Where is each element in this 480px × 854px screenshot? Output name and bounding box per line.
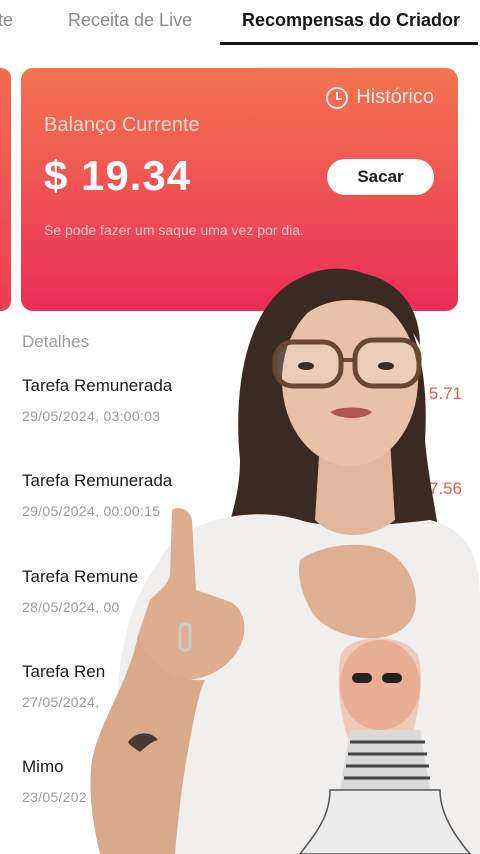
tab-partial[interactable]: nte	[0, 10, 13, 31]
transaction-date: 29/05/2024, 00:00:15	[22, 503, 161, 519]
transaction-title: Tarefa Remune	[22, 567, 139, 586]
transaction-row[interactable]: Tarefa Remunerada 29/05/2024, 03:00:03 5…	[22, 376, 462, 446]
transaction-row[interactable]: Tarefa Remunerada 29/05/2024, 00:00:15 +…	[22, 471, 462, 541]
tab-bar: nte Receita de Live Recompensas do Criad…	[0, 0, 480, 46]
transaction-row[interactable]: Tarefa Remune 28/05/2024, 00	[22, 567, 462, 637]
transaction-amount: 5.71	[428, 384, 462, 403]
details-header: Detalhes	[22, 332, 90, 351]
transaction-amount: +$7.56	[409, 479, 462, 498]
withdraw-note: Se pode fazer um saque uma vez por dia.	[44, 222, 304, 238]
history-link[interactable]: Histórico	[326, 86, 434, 109]
transaction-row[interactable]: Tarefa Ren 27/05/2024,	[22, 662, 462, 732]
tab-creator-rewards[interactable]: Recompensas do Criador	[242, 10, 460, 31]
clock-icon	[326, 86, 349, 109]
withdraw-button[interactable]: Sacar	[327, 159, 434, 195]
transaction-date: 23/05/202	[22, 789, 87, 805]
balance-amount: $ 19.34	[44, 152, 192, 199]
tab-live-revenue[interactable]: Receita de Live	[68, 10, 192, 31]
history-label: Histórico	[356, 86, 434, 108]
active-tab-indicator	[220, 42, 478, 45]
transaction-title: Tarefa Remunerada	[22, 376, 173, 395]
transaction-date: 29/05/2024, 03:00:03	[22, 408, 161, 424]
transaction-title: Tarefa Remunerada	[22, 471, 173, 490]
transaction-date: 27/05/2024,	[22, 694, 100, 710]
tattoo-icon	[128, 733, 158, 752]
transaction-title: Mimo	[22, 757, 64, 776]
previous-card-peek[interactable]	[0, 68, 11, 311]
transaction-title: Tarefa Ren	[22, 662, 106, 681]
balance-card: Histórico Balanço Currente $ 19.34 Sacar…	[21, 68, 458, 311]
transaction-row[interactable]: Mimo 23/05/202	[22, 757, 462, 827]
balance-label: Balanço Currente	[44, 114, 200, 136]
transaction-date: 28/05/2024, 00	[22, 599, 120, 615]
